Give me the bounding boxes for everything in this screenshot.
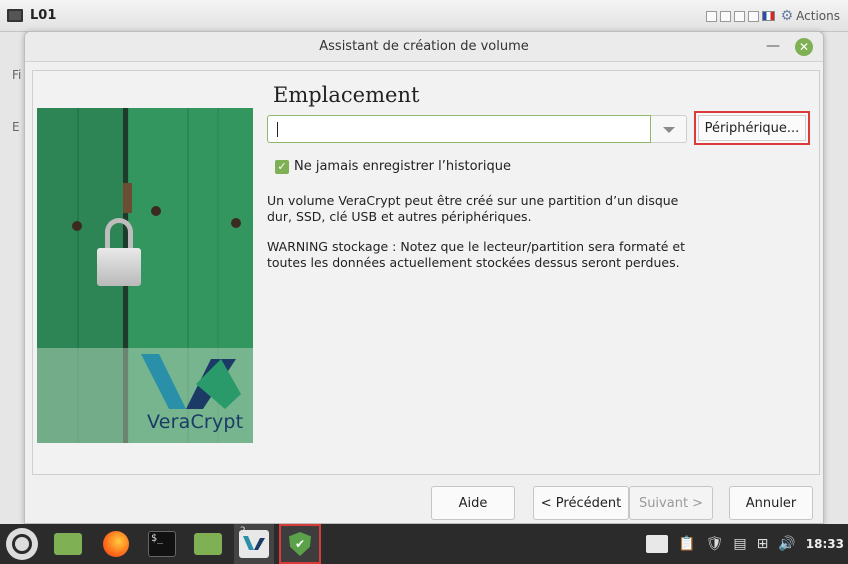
page-title: Emplacement (273, 83, 420, 107)
next-button[interactable]: Suivant > (629, 486, 713, 520)
bg-menu-item: E (12, 120, 20, 134)
check-icon: ✔ (294, 537, 306, 551)
text-cursor (277, 122, 278, 137)
shield-tray-icon[interactable]: 🛡 (706, 536, 724, 552)
window-count-badge: 2 (240, 526, 246, 536)
keyboard-layout-icon[interactable] (761, 11, 775, 21)
info-text: Un volume VeraCrypt peut être créé sur u… (267, 193, 679, 224)
veracrypt-brand: VeraCrypt (147, 411, 244, 433)
close-button[interactable]: ✕ (795, 38, 813, 56)
vm-window-button[interactable] (747, 10, 759, 22)
vm-actions-label: Actions (796, 9, 840, 23)
veracrypt-tray-icon[interactable] (646, 535, 669, 553)
veracrypt-logo-icon (141, 354, 241, 409)
vm-title: L01 (30, 8, 57, 23)
vm-title-bar: L01 ⚙ Actions (0, 0, 848, 32)
mint-menu-icon[interactable] (6, 528, 38, 560)
vm-maximize-button[interactable] (733, 10, 745, 22)
taskbar: $_ 2 ✔ 📋 🛡 ▤ ⊞ 🔊 18:33 (0, 524, 848, 564)
volume-path-input[interactable] (267, 115, 651, 143)
volume-creation-wizard: Assistant de création de volume — ✕ Vera… (24, 31, 824, 524)
select-device-button[interactable]: Périphérique... (694, 111, 810, 145)
warning-text: WARNING stockage : Notez que le lecteur/… (267, 239, 685, 270)
shield-icon[interactable]: ✔ (279, 524, 321, 564)
volume-icon[interactable]: 🔊 (778, 536, 795, 552)
vm-controls: ⚙ Actions (705, 8, 840, 24)
clock[interactable]: 18:33 (806, 537, 844, 551)
never-save-history-option[interactable]: ✓ Ne jamais enregistrer l’historique (275, 159, 511, 174)
veracrypt-small-logo-icon (243, 536, 265, 550)
never-save-history-label: Ne jamais enregistrer l’historique (294, 159, 512, 174)
vm-actions-menu[interactable]: ⚙ Actions (781, 8, 840, 24)
help-button[interactable]: Aide (431, 486, 515, 520)
gear-icon: ⚙ (780, 8, 794, 24)
bg-menu-item: Fi (12, 68, 22, 82)
folder-icon[interactable] (52, 528, 84, 560)
vm-restore-button[interactable] (719, 10, 731, 22)
cancel-button[interactable]: Annuler (729, 486, 813, 520)
dialog-title: Assistant de création de volume (319, 39, 529, 54)
select-device-label: Périphérique... (698, 115, 806, 141)
dialog-title-bar: Assistant de création de volume — ✕ (25, 32, 823, 62)
padlock-icon (97, 248, 141, 286)
minimize-button[interactable]: — (766, 38, 780, 54)
network-icon[interactable]: ⊞ (757, 536, 769, 552)
vm-window-icon (7, 9, 23, 22)
previous-button[interactable]: < Précédent (533, 486, 629, 520)
clipboard-icon[interactable]: 📋 (678, 536, 695, 552)
checkbox-checked-icon[interactable]: ✓ (275, 159, 289, 174)
folder-icon[interactable] (192, 528, 224, 560)
history-dropdown-button[interactable] (651, 115, 687, 143)
system-tray: 📋 🛡 ▤ ⊞ 🔊 18:33 (646, 524, 844, 564)
veracrypt-side-image: VeraCrypt (37, 108, 253, 443)
firefox-icon[interactable] (100, 528, 132, 560)
notes-icon[interactable]: ▤ (733, 536, 746, 552)
vm-minimize-button[interactable] (705, 10, 717, 22)
chevron-down-icon (663, 127, 675, 133)
terminal-icon[interactable]: $_ (146, 528, 178, 560)
